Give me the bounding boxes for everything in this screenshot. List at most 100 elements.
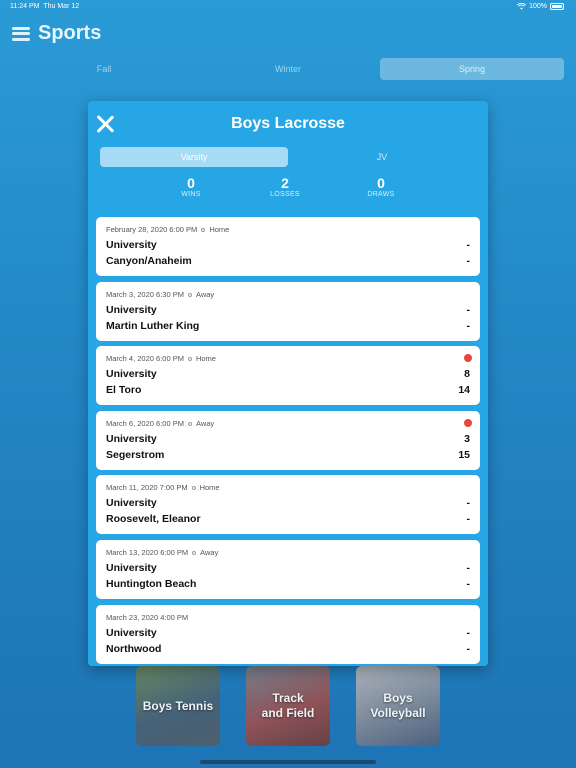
game-location: Away (195, 290, 215, 299)
result-indicator-icon (464, 419, 472, 427)
home-indicator[interactable] (200, 760, 376, 764)
wifi-icon (517, 3, 527, 10)
away-team-row: Segerstrom 15 (106, 449, 470, 461)
tile-label: Boys Volleyball (370, 691, 426, 720)
game-meta: March 11, 2020 7:00 PM Home (106, 483, 220, 492)
away-team-score: 15 (458, 449, 470, 461)
sport-tiles: Boys Tennis Track and Field Boys Volleyb… (136, 666, 440, 746)
home-team-score: 8 (464, 368, 470, 380)
home-team-name: University (106, 239, 157, 251)
tab-winter[interactable]: Winter (196, 58, 380, 80)
game-card[interactable]: March 11, 2020 7:00 PM Home University - R… (96, 475, 480, 534)
home-team-score: - (466, 239, 471, 251)
away-team-row: Martin Luther King - (106, 320, 470, 332)
sport-detail-modal: Boys Lacrosse Varsity JV 0 WINS 2 LOSSES… (88, 101, 488, 666)
home-team-row: University - (106, 304, 470, 316)
away-team-name: Roosevelt, Eleanor (106, 513, 201, 525)
home-team-name: University (106, 562, 157, 574)
tab-fall[interactable]: Fall (12, 58, 196, 80)
game-card[interactable]: March 23, 2020 4:00 PM University - North… (96, 605, 480, 664)
modal-title: Boys Lacrosse (231, 115, 345, 132)
tab-jv[interactable]: JV (288, 147, 476, 167)
game-card[interactable]: March 13, 2020 6:00 PM Away University - H… (96, 540, 480, 599)
game-datetime: March 23, 2020 4:00 PM (106, 613, 189, 622)
home-team-name: University (106, 368, 157, 380)
losses-label: LOSSES (270, 191, 300, 198)
game-card[interactable]: February 28, 2020 6:00 PM Home University… (96, 217, 480, 276)
away-team-row: El Toro 14 (106, 384, 470, 396)
status-date-text: Thu Mar 12 (43, 3, 80, 10)
home-team-row: University 3 (106, 433, 470, 445)
tile-boys-volleyball[interactable]: Boys Volleyball (356, 666, 440, 746)
game-datetime: February 28, 2020 6:00 PM (106, 225, 198, 234)
status-bar: 11:24 PM Thu Mar 12 100% (0, 0, 576, 14)
location-dot-icon (187, 421, 192, 426)
location-dot-icon (187, 356, 192, 361)
tile-boys-tennis[interactable]: Boys Tennis (136, 666, 220, 746)
home-team-row: University - (106, 497, 470, 509)
away-team-score: - (466, 643, 471, 655)
wins-label: WINS (181, 191, 201, 198)
home-team-name: University (106, 433, 157, 445)
game-card[interactable]: March 4, 2020 6:00 PM Home University 8 El… (96, 346, 480, 405)
home-team-score: - (466, 562, 471, 574)
home-team-row: University - (106, 562, 470, 574)
record-draws: 0 DRAWS (351, 175, 411, 199)
wins-count: 0 (187, 175, 195, 191)
away-team-row: Northwood - (106, 643, 470, 655)
home-team-name: University (106, 627, 157, 639)
tab-varsity[interactable]: Varsity (100, 147, 288, 167)
game-location: Home (209, 225, 230, 234)
record-losses: 2 LOSSES (255, 175, 315, 199)
losses-count: 2 (281, 175, 289, 191)
header: Sports (12, 22, 101, 45)
game-card[interactable]: March 3, 2020 6:30 PM Away University - Ma… (96, 282, 480, 341)
tile-track-and-field[interactable]: Track and Field (246, 666, 330, 746)
game-datetime: March 13, 2020 6:00 PM (106, 548, 189, 557)
game-datetime: March 6, 2020 6:00 PM (106, 419, 184, 428)
home-team-score: - (466, 304, 471, 316)
battery-icon (550, 3, 564, 10)
away-team-name: Canyon/Anaheim (106, 255, 192, 267)
game-datetime: March 11, 2020 7:00 PM (106, 483, 188, 492)
away-team-score: - (466, 578, 471, 590)
home-team-score: 3 (464, 433, 470, 445)
menu-icon[interactable] (12, 26, 30, 41)
tab-spring[interactable]: Spring (380, 58, 564, 80)
location-dot-icon (187, 292, 192, 297)
game-datetime: March 3, 2020 6:30 PM (106, 290, 184, 299)
game-location: Away (200, 548, 219, 557)
tile-label: Boys Tennis (142, 698, 214, 713)
game-card[interactable]: March 6, 2020 6:00 PM Away University 3 Se… (96, 411, 480, 470)
result-indicator-icon (464, 354, 472, 362)
game-meta: March 3, 2020 6:30 PM Away (106, 290, 214, 299)
away-team-row: Huntington Beach - (106, 578, 470, 590)
battery-percent: 100% (529, 3, 547, 10)
status-right: 100% (517, 3, 564, 10)
home-team-name: University (106, 497, 157, 509)
home-team-row: University 8 (106, 368, 470, 380)
location-dot-icon (191, 485, 196, 490)
away-team-row: Roosevelt, Eleanor - (106, 513, 470, 525)
away-team-name: El Toro (106, 384, 142, 396)
game-meta: March 6, 2020 6:00 PM Away (106, 419, 214, 428)
level-tabs: Varsity JV (100, 147, 476, 167)
home-team-name: University (106, 304, 157, 316)
home-team-score: - (466, 627, 471, 639)
draws-label: DRAWS (367, 191, 395, 198)
home-team-row: University - (106, 239, 470, 251)
season-tabs: Fall Winter Spring (12, 58, 564, 80)
away-team-score: - (466, 320, 471, 332)
status-time: 11:24 PM Thu Mar 12 (10, 3, 79, 10)
game-location: Away (195, 419, 215, 428)
game-location: Home (199, 483, 220, 492)
draws-count: 0 (377, 175, 385, 191)
page-title: Sports (38, 22, 102, 44)
away-team-name: Northwood (106, 643, 162, 655)
home-team-score: - (466, 497, 471, 509)
location-dot-icon (201, 227, 206, 232)
game-meta: March 23, 2020 4:00 PM (106, 613, 188, 622)
away-team-score: 14 (458, 384, 470, 396)
away-team-score: - (466, 513, 471, 525)
game-location: Home (195, 354, 216, 363)
